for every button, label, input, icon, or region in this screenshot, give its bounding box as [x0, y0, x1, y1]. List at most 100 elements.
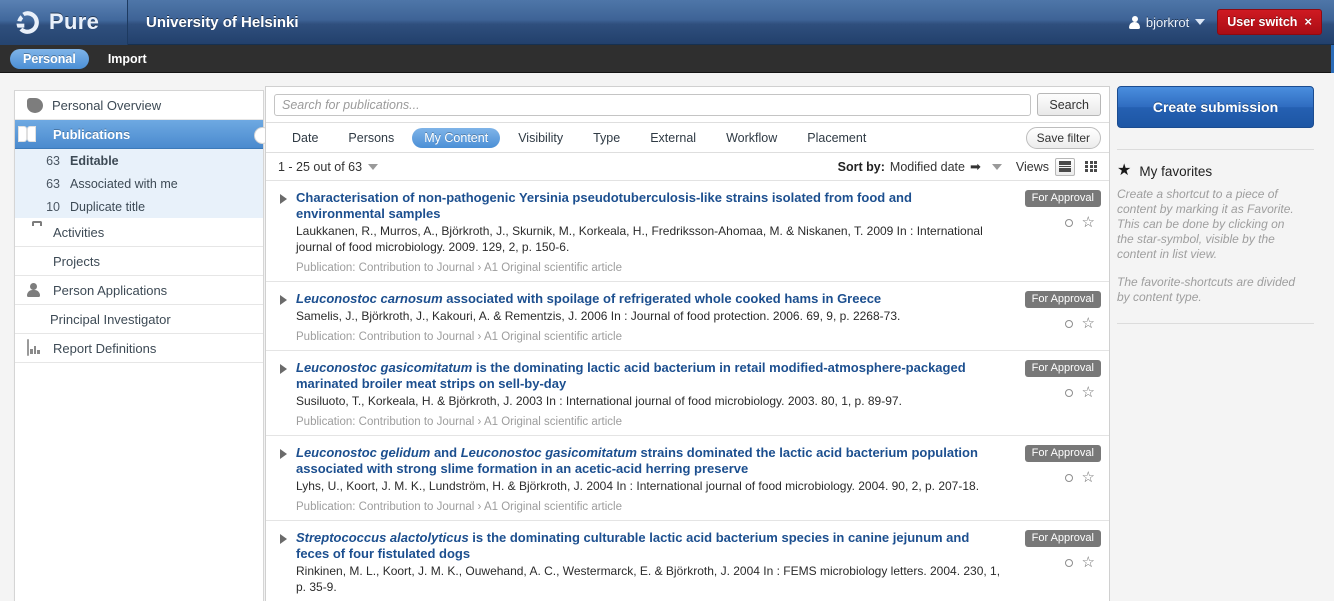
- sidebar-item-label: Publications: [53, 126, 131, 142]
- publication-title[interactable]: Leuconostoc gasicomitatum is the dominat…: [296, 360, 1001, 392]
- sidebar-subitem-label: Associated with me: [70, 176, 178, 191]
- publication-title[interactable]: Streptococcus alactolyticus is the domin…: [296, 530, 1001, 562]
- pure-swoosh-logo-icon: [14, 9, 41, 36]
- publication-title[interactable]: Characterisation of non-pathogenic Yersi…: [296, 190, 1001, 222]
- publication-authors: Lyhs, U., Koort, J. M. K., Lundström, H.…: [296, 479, 980, 493]
- circle-icon[interactable]: [1064, 473, 1073, 482]
- close-icon[interactable]: ×: [1304, 14, 1312, 29]
- sidebar-item-person-applications[interactable]: Person Applications: [15, 276, 263, 305]
- sidebar-item-report-definitions[interactable]: Report Definitions: [15, 334, 263, 363]
- grid-view-icon[interactable]: [1081, 158, 1101, 176]
- filter-external[interactable]: External: [638, 128, 708, 148]
- sidebar-item-activities[interactable]: Activities: [15, 218, 263, 247]
- chevron-down-icon: [1195, 19, 1206, 25]
- publication-body: Leuconostoc carnosum associated with spo…: [296, 291, 1009, 343]
- logo-block[interactable]: Pure: [0, 0, 128, 45]
- sidebar-subitem-count: 63: [46, 176, 60, 191]
- search-input[interactable]: [274, 93, 1032, 116]
- star-outline-icon[interactable]: ☆: [1082, 215, 1095, 230]
- filter-visibility[interactable]: Visibility: [506, 128, 575, 148]
- nav-tab-import[interactable]: Import: [95, 49, 160, 69]
- publication-side: For Approval ☆: [1009, 291, 1101, 343]
- nav-tab-personal[interactable]: Personal: [10, 48, 89, 69]
- sidebar-item-personal-overview[interactable]: Personal Overview: [15, 91, 263, 120]
- star-outline-icon[interactable]: ☆: [1082, 470, 1095, 485]
- result-count-dropdown-icon[interactable]: [368, 163, 379, 170]
- book-icon: [27, 126, 44, 142]
- create-submission-button[interactable]: Create submission: [1117, 86, 1314, 128]
- publication-body: Characterisation of non-pathogenic Yersi…: [296, 190, 1009, 274]
- search-button[interactable]: Search: [1037, 93, 1101, 116]
- left-sidebar: Personal Overview Publications 63 Editab…: [14, 90, 271, 601]
- list-item[interactable]: Leuconostoc gelidum and Leuconostoc gasi…: [266, 436, 1109, 521]
- expand-arrow-icon[interactable]: [280, 364, 287, 374]
- user-switch-label: User switch: [1227, 14, 1298, 29]
- views-label: Views: [1015, 159, 1049, 174]
- cube-icon: [27, 253, 44, 269]
- sidebar-item-principal-investigator[interactable]: Principal Investigator: [15, 305, 263, 334]
- logo-text: Pure: [49, 9, 100, 34]
- sort-by-value: Modified date: [889, 159, 965, 174]
- circle-icon[interactable]: [1064, 558, 1073, 567]
- circle-icon[interactable]: [1064, 388, 1073, 397]
- briefcase-icon: [27, 224, 44, 240]
- sidebar-item-label: Projects: [53, 253, 100, 269]
- arrow-descending-icon[interactable]: ➡: [970, 159, 981, 175]
- list-item[interactable]: Leuconostoc gasicomitatum is the dominat…: [266, 351, 1109, 436]
- sidebar-item-label: Activities: [53, 224, 105, 240]
- publication-title[interactable]: Leuconostoc carnosum associated with spo…: [296, 291, 1001, 307]
- publication-list: Characterisation of non-pathogenic Yersi…: [266, 181, 1109, 601]
- publication-body: Leuconostoc gasicomitatum is the dominat…: [296, 360, 1009, 428]
- sort-by-label: Sort by:: [837, 159, 885, 174]
- sort-dropdown-icon[interactable]: [991, 163, 1002, 170]
- circle-icon[interactable]: [1064, 319, 1073, 328]
- main-content-panel: Search Date Persons My Content Visibilit…: [265, 86, 1110, 601]
- status-badge: For Approval: [1024, 190, 1101, 207]
- sidebar-subitem-editable[interactable]: 63 Editable: [15, 149, 263, 172]
- save-filter-button[interactable]: Save filter: [1025, 126, 1101, 149]
- favorites-help-text-1: Create a shortcut to a piece of content …: [1117, 187, 1294, 261]
- status-badge: For Approval: [1024, 445, 1101, 462]
- sidebar-subitem-duplicate-title[interactable]: 10 Duplicate title: [15, 195, 263, 218]
- star-outline-icon[interactable]: ☆: [1082, 316, 1095, 331]
- publication-authors: Samelis, J., Björkroth, J., Kakouri, A. …: [296, 309, 901, 323]
- list-view-icon[interactable]: [1055, 157, 1075, 176]
- pie-chart-icon: [27, 97, 43, 113]
- my-favorites-title: My favorites: [1139, 163, 1213, 179]
- divider: [1117, 149, 1314, 150]
- sidebar-item-publications[interactable]: Publications: [15, 120, 271, 149]
- expand-arrow-icon[interactable]: [280, 534, 287, 544]
- publication-body: Leuconostoc gelidum and Leuconostoc gasi…: [296, 445, 1009, 513]
- favorites-help-text-2: The favorite-shortcuts are divided by co…: [1117, 275, 1296, 304]
- expand-arrow-icon[interactable]: [280, 295, 287, 305]
- publication-actions: ☆: [1064, 470, 1101, 485]
- expand-arrow-icon[interactable]: [280, 449, 287, 459]
- user-switch-button[interactable]: User switch ×: [1217, 9, 1322, 35]
- sidebar-item-label: Person Applications: [53, 282, 168, 298]
- sidebar-item-label: Report Definitions: [53, 340, 157, 356]
- filter-date[interactable]: Date: [280, 128, 330, 148]
- filter-type[interactable]: Type: [581, 128, 632, 148]
- filter-workflow[interactable]: Workflow: [714, 128, 789, 148]
- results-meta-bar: 1 - 25 out of 63 Sort by: Modified date …: [266, 153, 1109, 181]
- sort-control[interactable]: Sort by: Modified date ➡: [838, 159, 1002, 175]
- filter-my-content[interactable]: My Content: [412, 127, 501, 148]
- list-item[interactable]: Streptococcus alactolyticus is the domin…: [266, 521, 1109, 601]
- status-badge: For Approval: [1024, 291, 1101, 308]
- list-item[interactable]: Leuconostoc carnosum associated with spo…: [266, 282, 1109, 351]
- star-outline-icon[interactable]: ☆: [1082, 555, 1095, 570]
- publication-authors: Rinkinen, M. L., Koort, J. M. K., Ouweha…: [296, 564, 1001, 594]
- sidebar-item-projects[interactable]: Projects: [15, 247, 263, 276]
- filter-placement[interactable]: Placement: [795, 128, 878, 148]
- list-item[interactable]: Characterisation of non-pathogenic Yersi…: [266, 181, 1109, 282]
- circle-icon[interactable]: [1064, 218, 1073, 227]
- star-outline-icon[interactable]: ☆: [1082, 385, 1095, 400]
- sidebar-subitem-associated-with-me[interactable]: 63 Associated with me: [15, 172, 263, 195]
- user-menu[interactable]: bjorkrot: [1128, 15, 1206, 30]
- star-filled-icon: ★: [1117, 162, 1132, 179]
- publication-title[interactable]: Leuconostoc gelidum and Leuconostoc gasi…: [296, 445, 1001, 477]
- filter-persons[interactable]: Persons: [336, 128, 406, 148]
- expand-arrow-icon[interactable]: [280, 194, 287, 204]
- filter-bar: Date Persons My Content Visibility Type …: [266, 123, 1109, 153]
- sidebar-subitem-label: Duplicate title: [70, 199, 146, 214]
